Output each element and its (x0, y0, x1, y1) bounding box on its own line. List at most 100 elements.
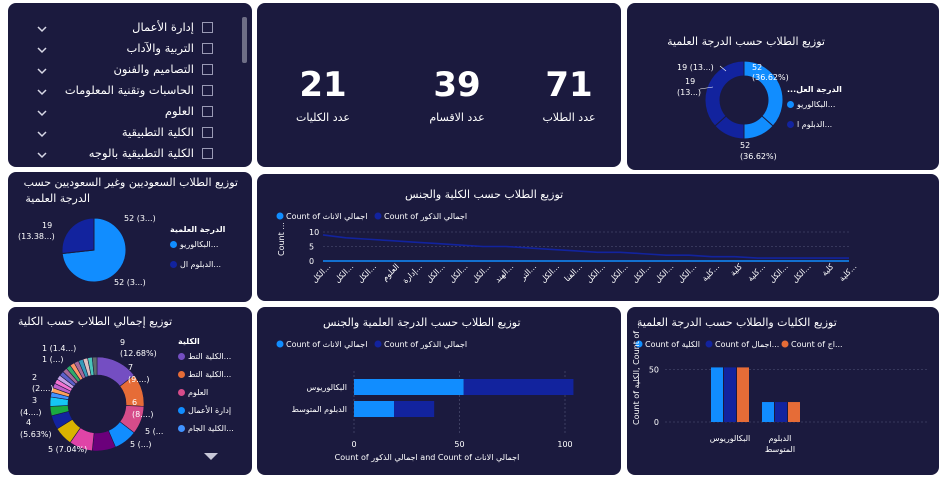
bar-male[interactable] (394, 401, 435, 417)
degree-gender-bar-chart[interactable]: Count of اجمالي الاناث Count of اجمالي ال… (257, 307, 621, 475)
chevron-down-icon[interactable] (36, 20, 48, 33)
checkbox[interactable] (202, 105, 213, 117)
chevron-down-icon[interactable] (36, 62, 48, 75)
chevron-down-icon[interactable] (204, 453, 218, 460)
saudi-legend-item-diploma[interactable]: الدبلوم ال... (170, 260, 221, 269)
college-degree-bar-panel: توزيع الكليات والطلاب حسب الدرجة العلمية… (627, 307, 939, 475)
data-label: (8....) (132, 410, 154, 419)
data-label: 3 (32, 396, 37, 405)
slicer-item[interactable]: الكلية التطبيقية بالوجه (63, 143, 213, 163)
college-legend-item[interactable]: العلوم (178, 388, 208, 397)
data-label: 2 (32, 373, 37, 382)
chevron-down-icon[interactable] (36, 83, 48, 96)
checkbox[interactable] (202, 147, 213, 159)
college-degree-bar-chart[interactable]: Count of الكلية Count of اجمال... Count of… (627, 307, 939, 475)
slicer-scrollbar[interactable] (242, 17, 247, 63)
legend-label: Count of اجمالي الذكور (384, 340, 467, 349)
data-label: 19 (13...) (677, 63, 714, 72)
kpi-departments-label: عدد الاقسام (429, 111, 485, 124)
slicer-item[interactable]: الكلية التطبيقية (63, 122, 213, 142)
x-tick-label: الكل... (539, 262, 561, 284)
data-label: 52 (3...) (124, 214, 156, 223)
bar-female[interactable] (354, 401, 395, 417)
legend-label: Count of اجمالي الاناث (286, 212, 367, 221)
college-legend-item[interactable]: الكلية التط... (178, 370, 231, 379)
saudi-legend-title: الدرجة العلمية (170, 225, 225, 234)
checkbox[interactable] (202, 84, 213, 96)
y-tick-label: 50 (649, 366, 659, 375)
college-legend-title: الكلية (178, 337, 200, 346)
legend-label: Count of اجمالي الذكور (384, 212, 467, 221)
slicer-item-label: التصاميم والفنون (113, 62, 194, 76)
gender-line-chart[interactable]: Count of اجمالي الاناث Count of اجمالي ال… (257, 174, 939, 301)
college-pie-chart[interactable]: 1 (1.4...) 1 (...) 2 (2....) 3 (4....)4 (5.63%… (8, 307, 252, 475)
slicer-item[interactable]: التربية والآداب (63, 38, 213, 58)
bar[interactable] (788, 402, 800, 422)
bar[interactable] (711, 367, 723, 422)
legend-label: Count of اج... (791, 340, 843, 349)
slicer-item[interactable]: الحاسبات وتقنية المعلومات (63, 80, 213, 100)
x-tick-label: الكل... (767, 262, 789, 284)
college-pie-panel: توزيع إجمالي الطلاب حسب الكلية 1 (1.4...… (8, 307, 252, 475)
data-label: (2....) (32, 384, 54, 393)
slicer-item[interactable]: التصاميم والفنون (63, 59, 213, 79)
degree-legend-item-diploma[interactable]: الدبلوم ا... (787, 120, 832, 129)
x-tick-label: كلية... (746, 262, 767, 283)
college-slicer-panel: إدارة الأعمال التربية والآداب التصاميم وال… (8, 3, 252, 167)
saudi-legend-item-bachelor[interactable]: البكالوريو... (170, 240, 218, 249)
data-label: 5 (...) (130, 440, 152, 449)
saudi-pie-panel: توزيع الطلاب السعوديين وغير السعوديين حس… (8, 172, 252, 302)
checkbox[interactable] (202, 42, 213, 54)
x-tick-label: الكل... (607, 262, 629, 284)
kpi-colleges-label: عدد الكليات (296, 111, 350, 124)
legend-dot (781, 340, 789, 348)
pie-slice[interactable] (61, 217, 95, 255)
legend-dot (374, 212, 382, 220)
chevron-down-icon[interactable] (36, 146, 48, 159)
slicer-item[interactable]: العلوم (63, 101, 213, 121)
bar[interactable] (724, 367, 736, 422)
chevron-down-icon[interactable] (36, 104, 48, 117)
bar[interactable] (762, 402, 774, 422)
data-label: 52 (752, 63, 762, 72)
slicer-item[interactable]: إدارة الأعمال (63, 17, 213, 37)
checkbox[interactable] (202, 126, 213, 138)
legend-dot (170, 241, 177, 248)
saudi-pie-chart[interactable]: 19 (13.38...) 52 (3...) 52 (3...) (8, 172, 252, 302)
degree-legend-item-bachelor[interactable]: البكالوريو... (787, 100, 835, 109)
data-label: 7 (128, 363, 133, 372)
kpi-colleges-value: 21 (299, 65, 347, 105)
x-tick-label: 100 (557, 440, 572, 449)
degree-donut-chart[interactable]: 19 (13...)19(13...)52(36.62%)52(36.62%) (627, 3, 939, 170)
x-tick-label: الكل... (630, 262, 652, 284)
chevron-down-icon[interactable] (36, 41, 48, 54)
x-tick-label: كلية... (700, 262, 721, 283)
bar-female[interactable] (354, 379, 464, 395)
legend-label: الدبلوم ا... (797, 120, 833, 129)
slicer-item-label: العلوم (164, 104, 194, 118)
series-line[interactable] (322, 234, 849, 259)
x-tick-label: الكل... (676, 262, 698, 284)
legend-dot (178, 353, 185, 360)
data-label: (12.68%) (120, 349, 157, 358)
x-tick-label: العلوم (380, 262, 401, 283)
bar[interactable] (737, 367, 749, 422)
degree-legend-title: الدرجة العل... (787, 85, 842, 94)
checkbox[interactable] (202, 63, 213, 75)
college-legend-item[interactable]: الكلية الجام... (178, 424, 234, 433)
y-axis-label: Count of الكلية, Count of ... (632, 321, 641, 425)
checkbox[interactable] (202, 21, 213, 33)
legend-label: Count of اجمالي الاناث (286, 340, 367, 349)
college-legend-item[interactable]: إدارة الأعمال (178, 406, 231, 415)
slicer-item-label: الحاسبات وتقنية المعلومات (64, 83, 194, 97)
bar-male[interactable] (463, 379, 574, 395)
x-tick-label: إدارة... (401, 262, 425, 286)
y-category-label: البكالوريوس (307, 383, 348, 392)
donut-slice[interactable] (743, 60, 784, 127)
y-tick-label: 0 (309, 257, 314, 266)
x-tick-label: الكل... (790, 262, 812, 284)
bar[interactable] (775, 402, 787, 422)
college-legend-item[interactable]: الكلية التط... (178, 352, 231, 361)
chevron-down-icon[interactable] (36, 125, 48, 138)
data-label: 9 (120, 338, 125, 347)
